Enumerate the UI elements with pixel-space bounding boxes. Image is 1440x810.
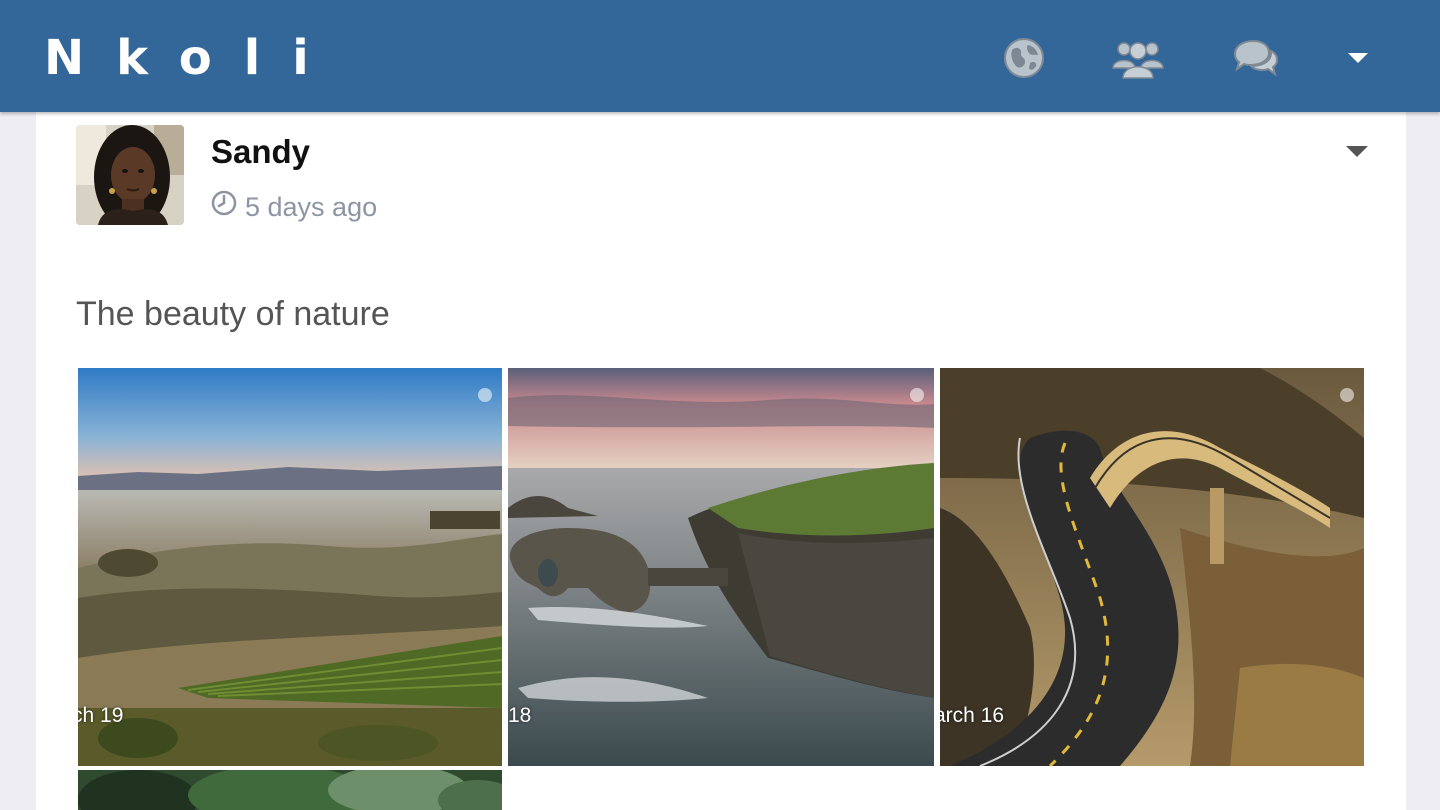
- caret-down-icon: [1344, 146, 1370, 164]
- chat-icon: [1231, 38, 1279, 78]
- photo-badge: [1340, 388, 1358, 402]
- top-navbar: Nkoli: [0, 0, 1440, 112]
- post-photo-1[interactable]: ch 19: [78, 368, 502, 766]
- post-options-button[interactable]: [1344, 142, 1370, 160]
- friends-button[interactable]: [1110, 30, 1166, 86]
- caret-down-icon: [1347, 51, 1369, 65]
- avatar[interactable]: [76, 125, 184, 225]
- post-photo-2[interactable]: 18: [508, 368, 934, 766]
- photo-badge: [478, 388, 496, 402]
- post-photo-4[interactable]: [78, 770, 502, 810]
- post-photo-3[interactable]: arch 16: [940, 368, 1364, 766]
- author-name[interactable]: Sandy: [211, 132, 310, 172]
- photo-date-label: ch 19: [78, 704, 124, 727]
- post-timestamp: 5 days ago: [211, 190, 377, 223]
- photo-date-label: 18: [508, 704, 532, 727]
- time-ago-text: 5 days ago: [245, 191, 378, 222]
- photo-badge: [910, 388, 928, 402]
- post-card: Sandy 5 days ago The beauty of nature h …: [36, 112, 1406, 810]
- brand-logo[interactable]: Nkoli: [44, 28, 341, 88]
- post-text: The beauty of nature: [76, 295, 390, 333]
- globe-icon: [1002, 36, 1046, 80]
- photo-date-label: arch 16: [940, 704, 1005, 727]
- messages-button[interactable]: [1227, 30, 1283, 86]
- clock-icon: [211, 190, 237, 223]
- globe-button[interactable]: [996, 30, 1052, 86]
- users-icon: [1112, 36, 1164, 80]
- account-menu-button[interactable]: [1330, 30, 1386, 86]
